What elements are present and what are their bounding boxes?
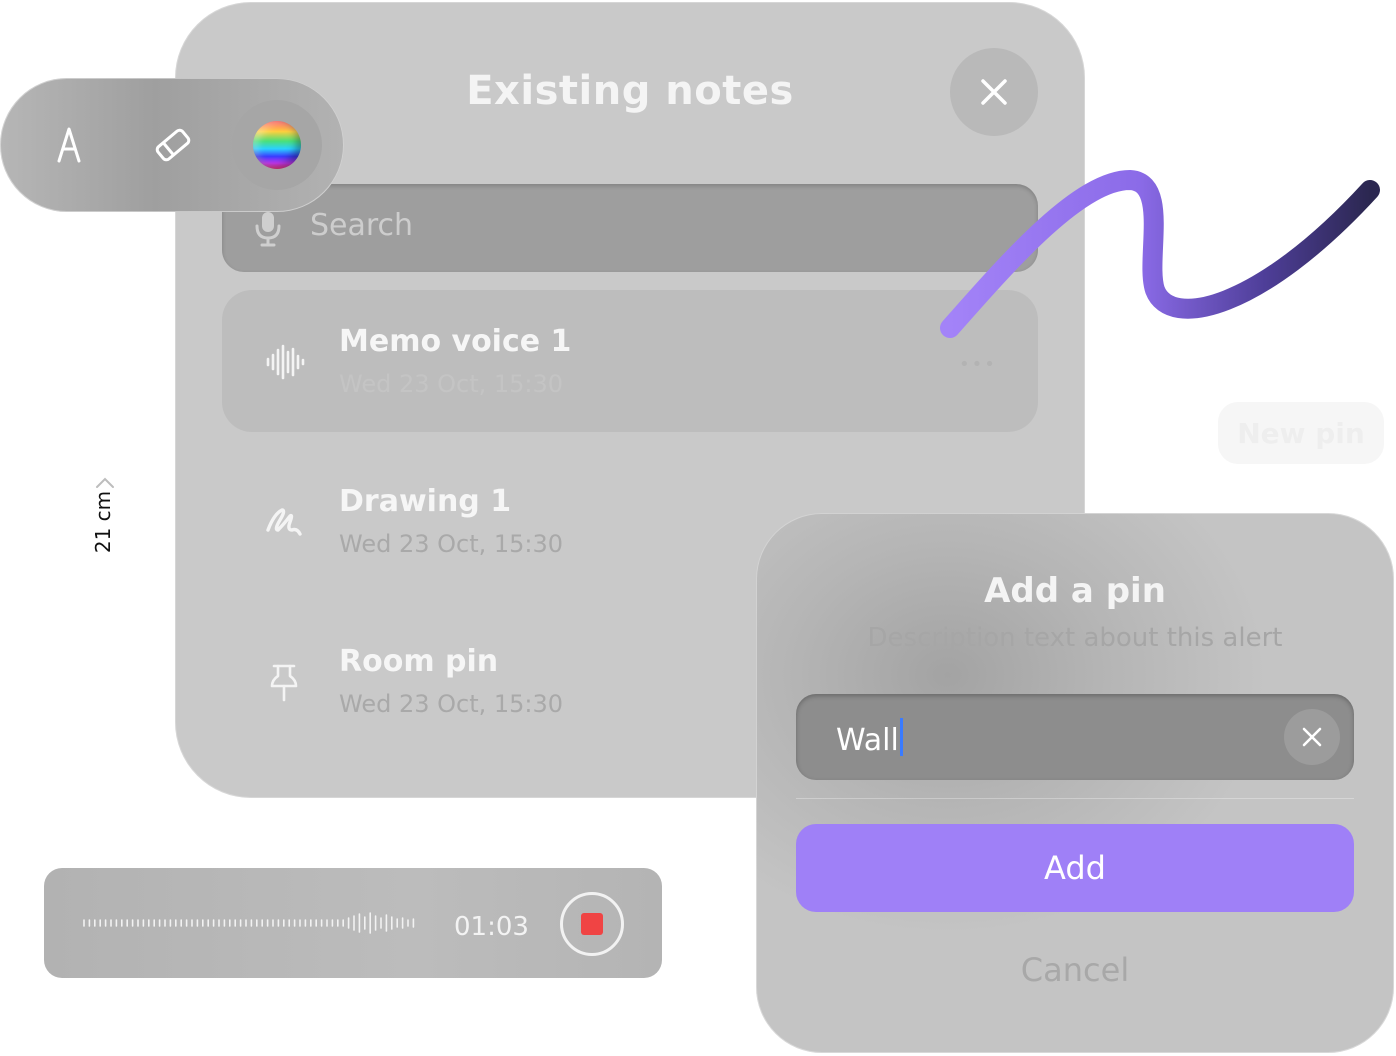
stop-recording-button[interactable] <box>560 892 624 956</box>
color-picker-button[interactable] <box>232 100 322 190</box>
add-button[interactable]: Add <box>796 824 1354 912</box>
pin-name-input[interactable]: Wall <box>796 694 1354 780</box>
cancel-button[interactable]: Cancel <box>756 951 1394 989</box>
more-options-icon[interactable]: ••• <box>959 354 997 375</box>
microphone-icon[interactable] <box>248 208 288 248</box>
note-title: Room pin <box>339 644 499 679</box>
scribble-icon <box>266 508 302 536</box>
eraser-icon <box>155 128 191 162</box>
close-button[interactable] <box>950 48 1038 136</box>
pin-name-value-wrap: Wall <box>836 718 903 758</box>
recording-waveform <box>83 912 415 934</box>
stop-icon <box>581 913 603 935</box>
eraser-tool-button[interactable] <box>128 100 218 190</box>
pin-name-value: Wall <box>836 723 899 758</box>
pin-icon <box>270 664 298 702</box>
ruler-label: 21 cm <box>91 490 115 554</box>
text-caret <box>899 718 903 756</box>
add-pin-dialog: Add a pin Description text about this al… <box>756 513 1394 1053</box>
pen-tool-button[interactable] <box>24 100 114 190</box>
close-icon <box>1302 727 1322 747</box>
color-picker-icon <box>253 121 301 169</box>
list-item[interactable]: Memo voice 1 Wed 23 Oct, 15:30 ••• <box>222 290 1038 432</box>
clear-input-button[interactable] <box>1284 709 1340 765</box>
search-input[interactable]: Search <box>222 184 1038 272</box>
drawn-stroke <box>940 170 1380 338</box>
search-placeholder: Search <box>310 208 414 243</box>
waveform-icon <box>266 344 305 380</box>
voice-recording-bar: 01:03 <box>44 868 662 978</box>
note-date: Wed 23 Oct, 15:30 <box>339 690 564 718</box>
note-date: Wed 23 Oct, 15:30 <box>339 370 564 398</box>
close-icon <box>981 79 1007 105</box>
new-pin-button[interactable]: New pin <box>1218 402 1384 464</box>
drawing-tool-pill <box>0 78 344 212</box>
ruler-measurement: 21 cm <box>88 470 118 570</box>
dialog-title: Add a pin <box>984 571 1166 611</box>
note-title: Memo voice 1 <box>339 324 572 359</box>
note-date: Wed 23 Oct, 15:30 <box>339 530 564 558</box>
pen-icon <box>57 127 81 163</box>
divider <box>796 798 1354 799</box>
dialog-description: Description text about this alert <box>867 623 1283 653</box>
note-title: Drawing 1 <box>339 484 512 519</box>
canvas: Existing notes Search Memo voice 1 Wed 2… <box>0 0 1396 1056</box>
recording-time: 01:03 <box>454 912 529 942</box>
